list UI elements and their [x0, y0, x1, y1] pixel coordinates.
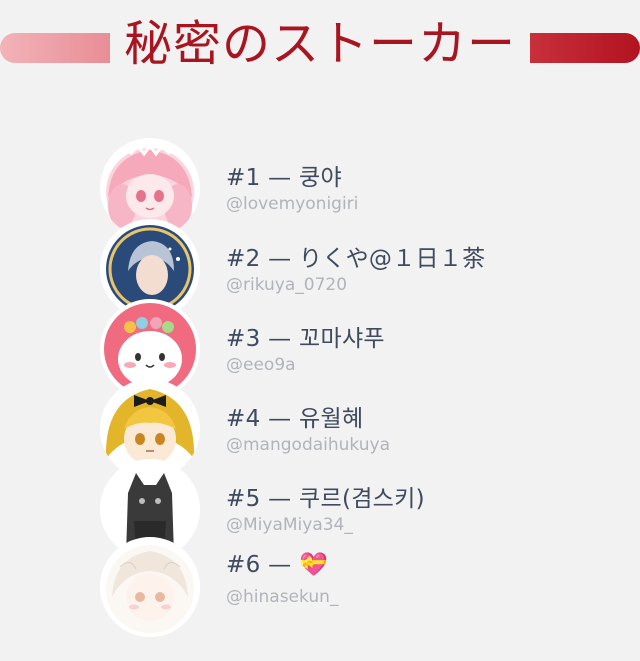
list-item-6[interactable]: #6 — 💝 @hinasekun_ [100, 537, 620, 637]
avatar-6[interactable] [100, 537, 200, 637]
entry-name[interactable]: #6 — 💝 [226, 551, 328, 578]
entry-name[interactable]: #4 — 유월혜 [226, 399, 363, 433]
entry-handle[interactable]: @hinasekun_ [226, 587, 338, 607]
entry-name[interactable]: #3 — 꼬마샤푸 [226, 319, 385, 353]
title-banner: 秘密のストーカー [0, 0, 640, 100]
entry-name[interactable]: #2 — りくや@１日１茶 [226, 239, 485, 273]
banner-bar-right [530, 33, 640, 63]
entry-handle[interactable]: @mangodaihukuya [226, 435, 390, 455]
entry-name[interactable]: #5 — 쿠르(겸스키) [226, 479, 425, 513]
entry-handle[interactable]: @lovemyonigiri [226, 194, 358, 214]
page-title: 秘密のストーカー [123, 16, 516, 72]
entry-handle[interactable]: @rikuya_0720 [226, 275, 347, 295]
entry-handle[interactable]: @MiyaMiya34_ [226, 515, 353, 535]
entry-name[interactable]: #1 — 쿵야 [226, 158, 342, 192]
banner-bar-left [0, 33, 110, 63]
entry-handle[interactable]: @eeo9a [226, 355, 296, 375]
